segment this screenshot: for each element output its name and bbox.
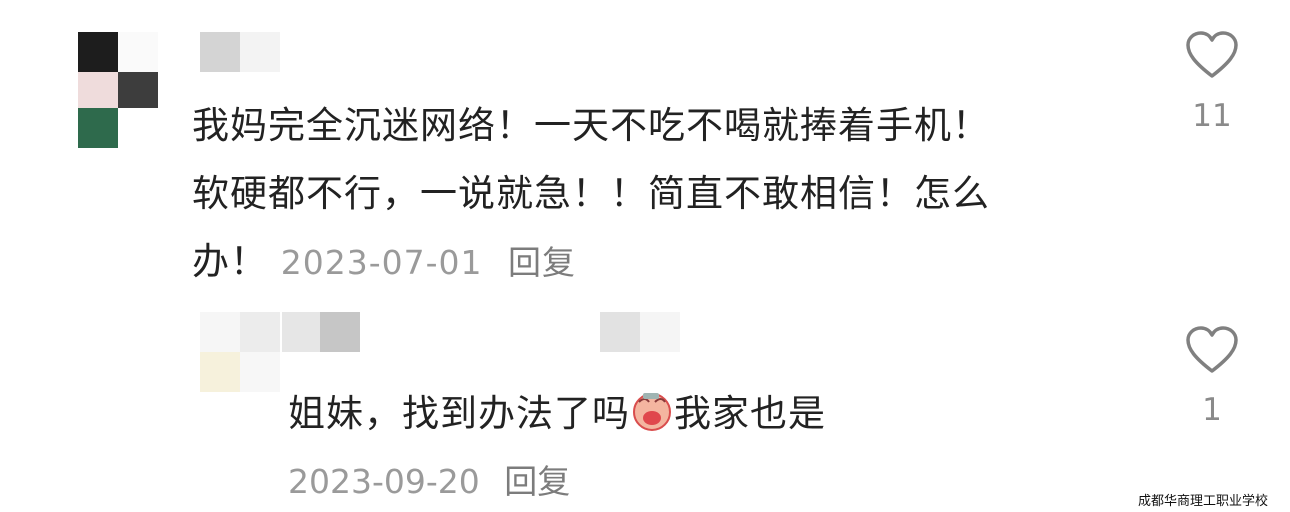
comment-last-line: 办！ 2023-07-01 回复 [192, 228, 990, 297]
reply-date: 2023-09-20 [288, 462, 480, 501]
like-button[interactable] [1185, 30, 1239, 80]
avatar[interactable] [78, 32, 160, 152]
like-count: 11 [1192, 98, 1232, 134]
heart-icon [1186, 326, 1238, 373]
reply-like-count: 1 [1202, 392, 1222, 428]
reply-body: 姐妹，找到办法了吗 我家也是 [288, 380, 826, 448]
heart-icon [1186, 31, 1238, 78]
comment-line: 软硬都不行，一说就急！！简直不敢相信！怎么 [192, 172, 990, 215]
username[interactable] [200, 32, 280, 72]
reply-meta: 2023-09-20 回复 [288, 460, 570, 504]
reply-text: 姐妹，找到办法了吗 [288, 392, 630, 435]
comment-line: 办！ [192, 240, 268, 283]
comment-meta: 2023-07-01 回复 [281, 243, 576, 282]
reply-text-tail: 我家也是 [674, 392, 826, 435]
comment-line: 我妈完全沉迷网络！一天不吃不喝就捧着手机！ [192, 104, 990, 147]
watermark: 成都华商理工职业学校 [1138, 494, 1269, 509]
reply-username[interactable] [282, 312, 702, 358]
reply-avatar[interactable] [200, 312, 282, 392]
comment-body: 我妈完全沉迷网络！一天不吃不喝就捧着手机！ 软硬都不行，一说就急！！简直不敢相信… [192, 92, 990, 297]
crying-face-icon [630, 386, 674, 431]
reply-reply-button[interactable]: 回复 [504, 462, 570, 501]
comment-date: 2023-07-01 [280, 243, 483, 282]
reply-like-button[interactable] [1185, 325, 1239, 375]
reply-button[interactable]: 回复 [508, 243, 576, 282]
